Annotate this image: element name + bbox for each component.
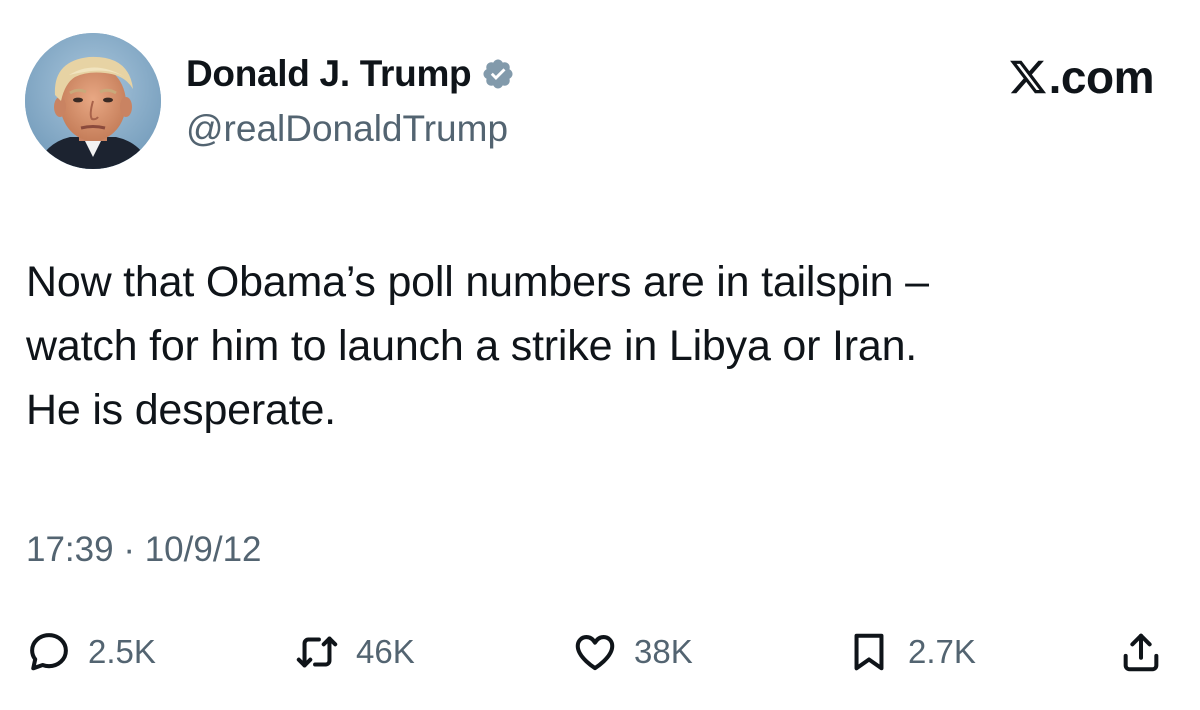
author-handle[interactable]: @realDonaldTrump (186, 108, 508, 150)
bookmark-button[interactable]: 2.7K (846, 622, 976, 682)
share-button[interactable] (1118, 622, 1164, 682)
like-count: 38K (634, 633, 693, 670)
tweet-time: 17:39 (26, 530, 114, 569)
cropped-previous-text (0, 0, 1200, 6)
author-name-row[interactable]: Donald J. Trump (186, 50, 515, 98)
repost-button[interactable]: 46K (294, 622, 415, 682)
avatar-portrait-icon (25, 33, 161, 169)
tweet-action-bar: 2.5K 46K 38K 2.7K (0, 622, 1200, 682)
tweet-text: Now that Obama’s poll numbers are in tai… (26, 258, 929, 434)
x-logo-icon (1009, 60, 1046, 94)
verified-badge-icon (483, 59, 513, 89)
brand-logo: .com (1008, 51, 1155, 103)
tweet-date: 10/9/12 (144, 530, 262, 569)
bookmark-icon (854, 633, 884, 671)
reply-button[interactable]: 2.5K (26, 622, 156, 682)
reply-bubble-icon (30, 633, 68, 671)
like-button[interactable]: 38K (572, 622, 693, 682)
repost-arrows-icon (296, 636, 338, 668)
timestamp-separator: · (123, 530, 135, 569)
repost-count: 46K (356, 633, 415, 670)
tweet-timestamp[interactable]: 17:39 · 10/9/12 (26, 530, 262, 570)
display-name[interactable]: Donald J. Trump (186, 53, 472, 95)
reply-count: 2.5K (88, 633, 156, 670)
brand-suffix: .com (1048, 51, 1155, 103)
share-upload-icon (1123, 633, 1159, 672)
heart-icon (575, 635, 615, 671)
avatar[interactable] (25, 33, 161, 169)
bookmark-count: 2.7K (908, 633, 976, 670)
